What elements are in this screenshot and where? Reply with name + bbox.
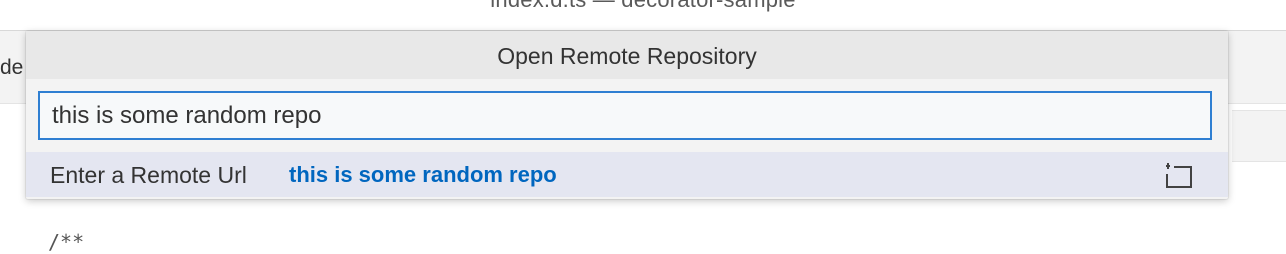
code-line: /** — [48, 230, 85, 254]
quick-pick-item-label: Enter a Remote Url — [50, 162, 247, 188]
quick-pick-title: Open Remote Repository — [26, 31, 1228, 79]
window-title: index.d.ts — decorator-sample — [0, 0, 1286, 13]
window-titlebar: index.d.ts — decorator-sample — [0, 0, 1286, 31]
quick-pick-item-description: this is some random repo — [289, 162, 557, 187]
quick-pick-input[interactable] — [52, 93, 1192, 138]
editor-tab-label[interactable]: de — [0, 56, 23, 80]
new-folder-icon[interactable] — [1162, 161, 1196, 189]
quick-pick-item[interactable]: Enter a Remote Url this is some random r… — [26, 152, 1228, 197]
side-panel-edge — [1232, 110, 1286, 162]
quick-pick-input-box[interactable] — [38, 91, 1212, 140]
quick-pick-widget: Open Remote Repository Enter a Remote Ur… — [26, 31, 1228, 199]
